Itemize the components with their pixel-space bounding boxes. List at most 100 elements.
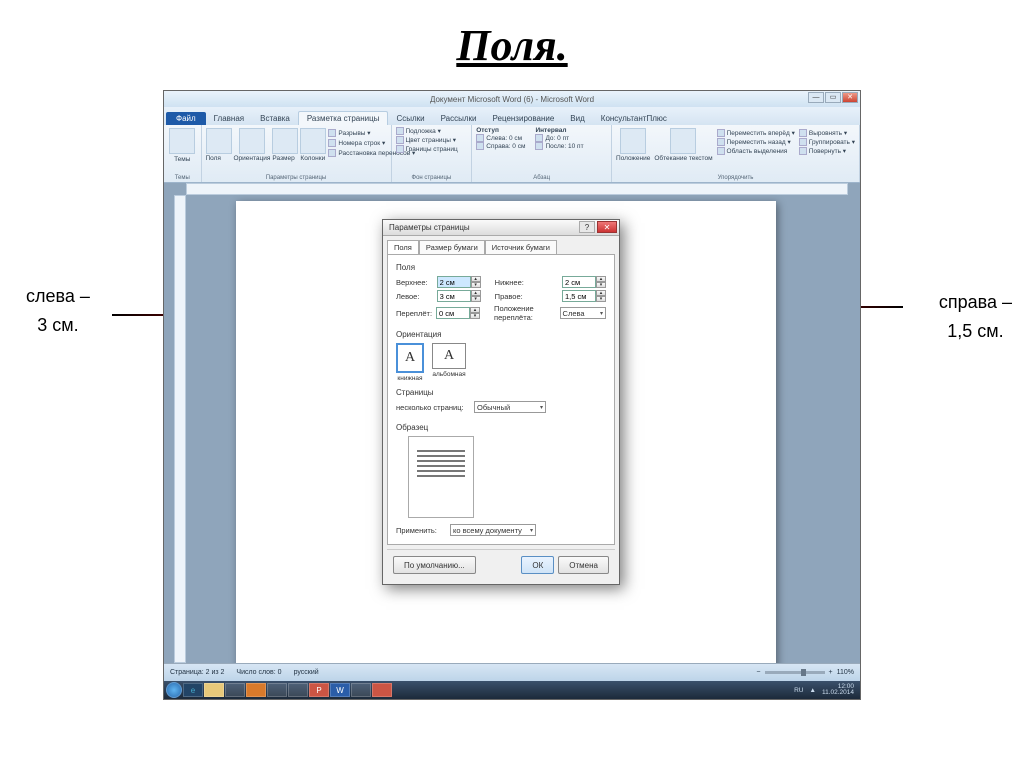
ribbon-group-arrange: Положение Обтекание текстом Переместить … bbox=[612, 125, 860, 182]
preview-box bbox=[408, 436, 474, 518]
top-margin-label: Верхнее: bbox=[396, 278, 433, 287]
page-borders-button[interactable]: Границы страниц bbox=[396, 145, 468, 153]
dialog-tab-layout[interactable]: Источник бумаги bbox=[485, 240, 557, 254]
taskbar-app5-icon[interactable] bbox=[372, 683, 392, 697]
cancel-button[interactable]: Отмена bbox=[558, 556, 609, 574]
tab-consultant-plus[interactable]: КонсультантПлюс bbox=[593, 112, 675, 125]
taskbar-firefox-icon[interactable] bbox=[246, 683, 266, 697]
gutter-input[interactable]: ▴▾ bbox=[436, 307, 480, 319]
left-margin-label: Левое: bbox=[396, 292, 433, 301]
ok-button[interactable]: ОК bbox=[521, 556, 554, 574]
apply-to-label: Применить: bbox=[396, 526, 446, 535]
send-backward-dropdown[interactable]: Переместить назад ▾ bbox=[717, 138, 795, 146]
apply-to-select[interactable]: ко всему документу▾ bbox=[450, 524, 536, 536]
gutter-label: Переплёт: bbox=[396, 309, 432, 318]
default-button[interactable]: По умолчанию... bbox=[393, 556, 476, 574]
multi-pages-select[interactable]: Обычный▾ bbox=[474, 401, 546, 413]
tab-home[interactable]: Главная bbox=[206, 112, 252, 125]
tray-date: 11.02.2014 bbox=[822, 690, 854, 697]
status-words[interactable]: Число слов: 0 bbox=[236, 669, 281, 676]
ribbon-tabs: Файл Главная Вставка Разметка страницы С… bbox=[164, 107, 860, 125]
page-color-dropdown[interactable]: Цвет страницы ▾ bbox=[396, 136, 468, 144]
taskbar: e P W RU ▲ 12:00 11.02.2014 bbox=[164, 681, 860, 699]
dialog-tab-paper[interactable]: Размер бумаги bbox=[419, 240, 485, 254]
status-page[interactable]: Страница: 2 из 2 bbox=[170, 669, 224, 676]
maximize-button[interactable]: ▭ bbox=[825, 92, 841, 103]
watermark-dropdown[interactable]: Подложка ▾ bbox=[396, 127, 468, 135]
tab-review[interactable]: Рецензирование bbox=[485, 112, 563, 125]
themes-label: Темы bbox=[168, 156, 197, 163]
taskbar-ie-icon[interactable]: e bbox=[183, 683, 203, 697]
tab-view[interactable]: Вид bbox=[562, 112, 592, 125]
orientation-section-label: Ориентация bbox=[396, 330, 606, 339]
rotate-dropdown[interactable]: Повернуть ▾ bbox=[799, 147, 855, 155]
dialog-title: Параметры страницы bbox=[389, 223, 470, 232]
bring-forward-dropdown[interactable]: Переместить вперёд ▾ bbox=[717, 129, 795, 137]
system-tray[interactable]: RU ▲ 12:00 11.02.2014 bbox=[794, 684, 858, 697]
taskbar-word-icon[interactable]: W bbox=[330, 683, 350, 697]
tab-mailings[interactable]: Рассылки bbox=[433, 112, 485, 125]
margins-section-label: Поля bbox=[396, 263, 606, 272]
file-tab[interactable]: Файл bbox=[166, 112, 206, 125]
start-button[interactable] bbox=[166, 682, 182, 698]
vertical-ruler[interactable] bbox=[174, 195, 186, 663]
tray-lang[interactable]: RU bbox=[794, 687, 803, 694]
position-button[interactable] bbox=[620, 128, 646, 154]
document-area: Параметры страницы ? ✕ Поля Размер бумаг… bbox=[164, 183, 860, 663]
minimize-button[interactable]: — bbox=[808, 92, 824, 103]
statusbar: Страница: 2 из 2 Число слов: 0 русский −… bbox=[164, 663, 860, 681]
horizontal-ruler[interactable] bbox=[186, 183, 848, 195]
taskbar-app2-icon[interactable] bbox=[267, 683, 287, 697]
tab-insert[interactable]: Вставка bbox=[252, 112, 298, 125]
zoom-control[interactable]: −+ 110% bbox=[756, 669, 854, 676]
orientation-button[interactable] bbox=[239, 128, 265, 154]
annotation-right: справа – 1,5 см. bbox=[939, 288, 1012, 346]
preview-section-label: Образец bbox=[396, 423, 606, 432]
dialog-help-button[interactable]: ? bbox=[579, 221, 595, 233]
taskbar-app-icon[interactable] bbox=[225, 683, 245, 697]
margins-button[interactable] bbox=[206, 128, 232, 154]
ribbon-group-page-background: Подложка ▾ Цвет страницы ▾ Границы стран… bbox=[392, 125, 473, 182]
orientation-landscape[interactable]: Aальбомная bbox=[432, 343, 466, 382]
size-button[interactable] bbox=[272, 128, 298, 154]
taskbar-app4-icon[interactable] bbox=[351, 683, 371, 697]
right-margin-label: Правое: bbox=[495, 292, 558, 301]
indent-left-input[interactable]: Слева: 0 см bbox=[476, 134, 525, 142]
annotation-left: слева – 3 см. bbox=[26, 282, 90, 340]
ribbon: Темы Темы Поля Ориентация Размер Колонки… bbox=[164, 125, 860, 183]
columns-button[interactable] bbox=[300, 128, 326, 154]
tab-references[interactable]: Ссылки bbox=[388, 112, 432, 125]
themes-button[interactable] bbox=[169, 128, 195, 154]
top-margin-input[interactable]: ▴▾ bbox=[437, 276, 481, 288]
taskbar-app3-icon[interactable] bbox=[288, 683, 308, 697]
ribbon-group-page-setup: Поля Ориентация Размер Колонки Разрывы ▾… bbox=[202, 125, 392, 182]
dialog-tab-margins[interactable]: Поля bbox=[387, 240, 419, 254]
status-lang[interactable]: русский bbox=[294, 669, 319, 676]
spacing-before-input[interactable]: До: 0 пт bbox=[535, 134, 583, 142]
left-margin-input[interactable]: ▴▾ bbox=[437, 290, 481, 302]
close-button[interactable]: ✕ bbox=[842, 92, 858, 103]
selection-pane-button[interactable]: Область выделения bbox=[717, 147, 795, 155]
gutter-pos-label: Положение переплёта: bbox=[494, 304, 556, 322]
align-dropdown[interactable]: Выровнять ▾ bbox=[799, 129, 855, 137]
right-margin-input[interactable]: ▴▾ bbox=[562, 290, 606, 302]
ribbon-group-paragraph: Отступ Слева: 0 см Справа: 0 см Интервал… bbox=[472, 125, 612, 182]
word-window: Документ Microsoft Word (6) - Microsoft … bbox=[163, 90, 861, 700]
taskbar-powerpoint-icon[interactable]: P bbox=[309, 683, 329, 697]
slide-title: Поля. bbox=[0, 0, 1024, 71]
bottom-margin-label: Нижнее: bbox=[495, 278, 558, 287]
orientation-portrait[interactable]: Aкнижная bbox=[396, 343, 424, 382]
gutter-pos-select[interactable]: Слева▾ bbox=[560, 307, 606, 319]
indent-right-input[interactable]: Справа: 0 см bbox=[476, 142, 525, 150]
wrap-text-button[interactable] bbox=[670, 128, 696, 154]
dialog-close-button[interactable]: ✕ bbox=[597, 221, 617, 233]
window-title: Документ Microsoft Word (6) - Microsoft … bbox=[430, 95, 594, 104]
spacing-after-input[interactable]: После: 10 пт bbox=[535, 142, 583, 150]
bottom-margin-input[interactable]: ▴▾ bbox=[562, 276, 606, 288]
dialog-titlebar[interactable]: Параметры страницы ? ✕ bbox=[383, 220, 619, 236]
taskbar-explorer-icon[interactable] bbox=[204, 683, 224, 697]
pages-section-label: Страницы bbox=[396, 388, 606, 397]
group-dropdown[interactable]: Группировать ▾ bbox=[799, 138, 855, 146]
page-setup-dialog: Параметры страницы ? ✕ Поля Размер бумаг… bbox=[382, 219, 620, 585]
tab-page-layout[interactable]: Разметка страницы bbox=[298, 111, 389, 125]
